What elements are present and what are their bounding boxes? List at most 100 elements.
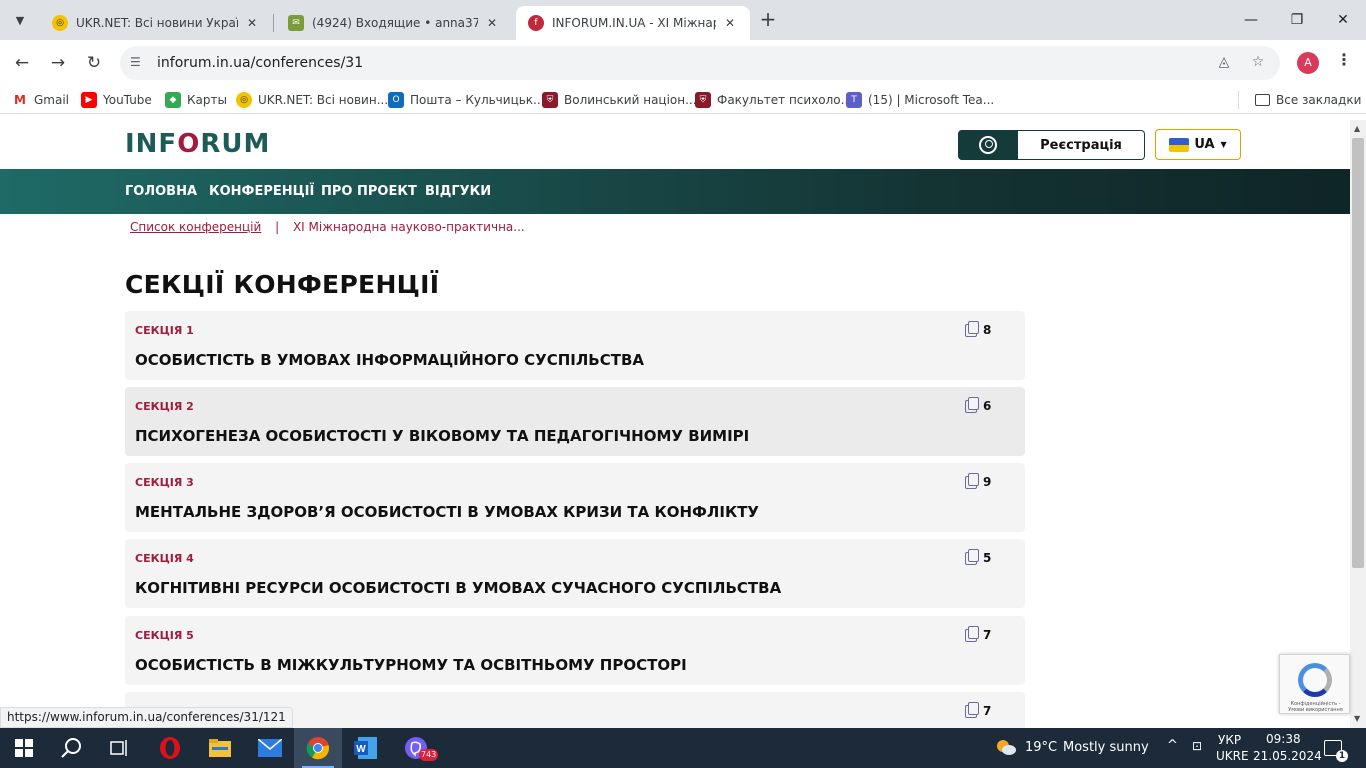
mail-app-icon[interactable] <box>246 728 294 768</box>
bookmark-label: Факультет психоло... <box>717 93 853 107</box>
clock-time[interactable]: 09:38 <box>1266 732 1301 746</box>
viber-icon[interactable]: 743 <box>392 728 440 768</box>
scrollbar-thumb[interactable] <box>1352 138 1364 568</box>
input-language-bottom[interactable]: UKRE <box>1216 749 1249 763</box>
new-tab-button[interactable]: + <box>756 8 780 32</box>
mail-favicon-icon: ✉ <box>288 15 304 31</box>
language-label: UA <box>1194 137 1215 152</box>
weather-icon[interactable] <box>995 738 1017 756</box>
tab-search-icon[interactable]: ▼ <box>6 6 34 34</box>
section-title[interactable]: КОГНІТИВНІ РЕСУРСИ ОСОБИСТОСТІ В УМОВАХ … <box>135 579 781 597</box>
word-icon[interactable]: W <box>342 728 390 768</box>
count-value: 9 <box>983 475 992 489</box>
tab-inforum[interactable]: f INFORUM.IN.UA - XI Міжнарод ✕ <box>516 6 750 40</box>
section-label: СЕКЦІЯ 2 <box>135 400 194 413</box>
section-doc-count: 7 <box>965 701 991 718</box>
register-button[interactable]: Реєстрація <box>1018 130 1145 160</box>
reload-button[interactable]: ↻ <box>79 48 109 78</box>
scroll-down-icon[interactable]: ▼ <box>1354 714 1360 723</box>
tray-chevron-up-icon[interactable]: ^ <box>1167 738 1178 753</box>
login-button[interactable] <box>958 130 1018 160</box>
section-card[interactable]: СЕКЦІЯ 5 ОСОБИСТІСТЬ В МІЖКУЛЬТУРНОМУ ТА… <box>125 616 1025 685</box>
minimize-button[interactable]: — <box>1228 0 1274 40</box>
bookmark-youtube[interactable]: ▶ YouTube <box>81 91 152 109</box>
task-view-icon[interactable] <box>96 728 144 768</box>
documents-icon <box>965 701 979 718</box>
nav-about[interactable]: ПРО ПРОЕКТ <box>321 184 417 199</box>
inforum-logo[interactable]: INFORUM <box>125 129 270 159</box>
opera-icon[interactable] <box>146 728 194 768</box>
documents-icon <box>965 396 979 413</box>
tab-title: UKR.NET: Всі новини України, <box>76 16 238 30</box>
breadcrumb-separator: | <box>275 220 280 234</box>
section-doc-count: 5 <box>965 548 991 565</box>
bookmark-outlook[interactable]: O Пошта – Кульчицьк... <box>388 91 545 109</box>
nav-reviews[interactable]: ВІДГУКИ <box>425 184 491 199</box>
close-tab-icon[interactable]: ✕ <box>722 16 738 30</box>
section-card[interactable]: СЕКЦІЯ 3 МЕНТАЛЬНЕ ЗДОРОВ’Я ОСОБИСТОСТІ … <box>125 463 1025 532</box>
section-card[interactable]: СЕКЦІЯ 2 ПСИХОГЕНЕЗА ОСОБИСТОСТІ У ВІКОВ… <box>125 387 1025 456</box>
section-label: СЕКЦІЯ 1 <box>135 324 194 337</box>
chrome-taskbar-icon[interactable] <box>294 728 342 768</box>
translate-icon[interactable]: ◬ <box>1215 54 1233 72</box>
back-button[interactable]: ← <box>7 48 37 78</box>
nav-home[interactable]: ГОЛОВНА <box>125 184 197 199</box>
forward-button[interactable]: → <box>43 48 73 78</box>
bookmark-label: UKR.NET: Всі новин... <box>258 93 389 107</box>
nav-conferences[interactable]: КОНФЕРЕНЦІЇ <box>209 184 314 199</box>
scroll-up-icon[interactable]: ▲ <box>1354 124 1360 133</box>
recaptcha-badge[interactable]: Конфіденційність - Умови використання <box>1279 654 1350 714</box>
page-scrollbar[interactable]: ▲ ▼ <box>1350 120 1366 728</box>
shield-icon: ⛨ <box>542 92 558 108</box>
section-title[interactable]: ПСИХОГЕНЕЗА ОСОБИСТОСТІ У ВІКОВОМУ ТА ПЕ… <box>135 427 749 445</box>
bookmark-teams[interactable]: T (15) | Microsoft Tea... <box>846 91 994 109</box>
documents-icon <box>965 320 979 337</box>
bookmark-psychology-faculty[interactable]: ⛨ Факультет психоло... <box>695 91 852 109</box>
tab-title: (4924) Входящие • anna379@u <box>312 16 478 30</box>
url-text[interactable]: inforum.in.ua/conferences/31 <box>157 55 363 71</box>
chrome-menu-icon[interactable]: ⋮ <box>1334 50 1354 74</box>
viber-badge: 743 <box>419 749 439 761</box>
breadcrumb-conference-list[interactable]: Список конференцій <box>130 220 261 234</box>
logo-part: INF <box>125 129 178 159</box>
section-card[interactable]: СЕКЦІЯ 1 ОСОБИСТІСТЬ В УМОВАХ ІНФОРМАЦІЙ… <box>125 311 1025 380</box>
tab-mail[interactable]: ✉ (4924) Входящие • anna379@u ✕ <box>276 6 512 40</box>
bookmark-ukrnet[interactable]: ◎ UKR.NET: Всі новин... <box>236 91 388 109</box>
profile-avatar[interactable]: A <box>1297 52 1319 74</box>
network-icon[interactable]: ⊡ <box>1192 739 1202 753</box>
recaptcha-icon <box>1298 663 1332 697</box>
bookmark-volyn-university[interactable]: ⛨ Волинський націон... <box>542 91 697 109</box>
recaptcha-text[interactable]: Конфіденційність - Умови використання <box>1283 701 1348 713</box>
address-bar[interactable]: ☰ inforum.in.ua/conferences/31 ◬ ☆ <box>120 46 1280 80</box>
weather-temp[interactable]: 19°C <box>1025 740 1057 755</box>
section-title[interactable]: ОСОБИСТІСТЬ В УМОВАХ ІНФОРМАЦІЙНОГО СУСП… <box>135 351 644 369</box>
input-language-top[interactable]: УКР <box>1218 733 1241 747</box>
section-title[interactable]: МЕНТАЛЬНЕ ЗДОРОВ’Я ОСОБИСТОСТІ В УМОВАХ … <box>135 503 759 521</box>
count-value: 7 <box>983 628 992 642</box>
language-select[interactable]: UA ▼ <box>1155 129 1241 160</box>
bookmark-label: Карты <box>187 93 227 107</box>
all-bookmarks[interactable]: Все закладки <box>1238 91 1361 109</box>
windows-start-icon[interactable] <box>0 728 48 768</box>
gmail-icon: M <box>12 92 28 108</box>
ukraine-flag-icon <box>1169 137 1190 152</box>
close-window-button[interactable]: ✕ <box>1320 0 1366 40</box>
site-info-icon[interactable]: ☰ <box>130 55 146 71</box>
bookmark-star-icon[interactable]: ☆ <box>1249 54 1267 72</box>
bookmark-maps[interactable]: ◆ Карты <box>165 91 227 109</box>
browser-tabstrip: ▼ ◎ UKR.NET: Всі новини України, ✕ ✉ (49… <box>0 0 1366 40</box>
logo-part: O <box>177 129 201 159</box>
restore-button[interactable]: ❐ <box>1274 0 1320 40</box>
file-explorer-icon[interactable] <box>196 728 244 768</box>
main-nav: ГОЛОВНА КОНФЕРЕНЦІЇ ПРО ПРОЕКТ ВІДГУКИ <box>0 169 1350 214</box>
close-tab-icon[interactable]: ✕ <box>244 16 260 30</box>
close-tab-icon[interactable]: ✕ <box>484 16 500 30</box>
clock-date[interactable]: 21.05.2024 <box>1253 749 1322 763</box>
tab-ukrnet[interactable]: ◎ UKR.NET: Всі новини України, ✕ <box>40 6 272 40</box>
section-label: СЕКЦІЯ 5 <box>135 629 194 642</box>
weather-text[interactable]: Mostly sunny <box>1063 740 1149 755</box>
section-title[interactable]: ОСОБИСТІСТЬ В МІЖКУЛЬТУРНОМУ ТА ОСВІТНЬО… <box>135 656 687 674</box>
bookmark-gmail[interactable]: M Gmail <box>12 91 69 109</box>
search-icon[interactable] <box>48 728 96 768</box>
section-card[interactable]: СЕКЦІЯ 4 КОГНІТИВНІ РЕСУРСИ ОСОБИСТОСТІ … <box>125 539 1025 608</box>
